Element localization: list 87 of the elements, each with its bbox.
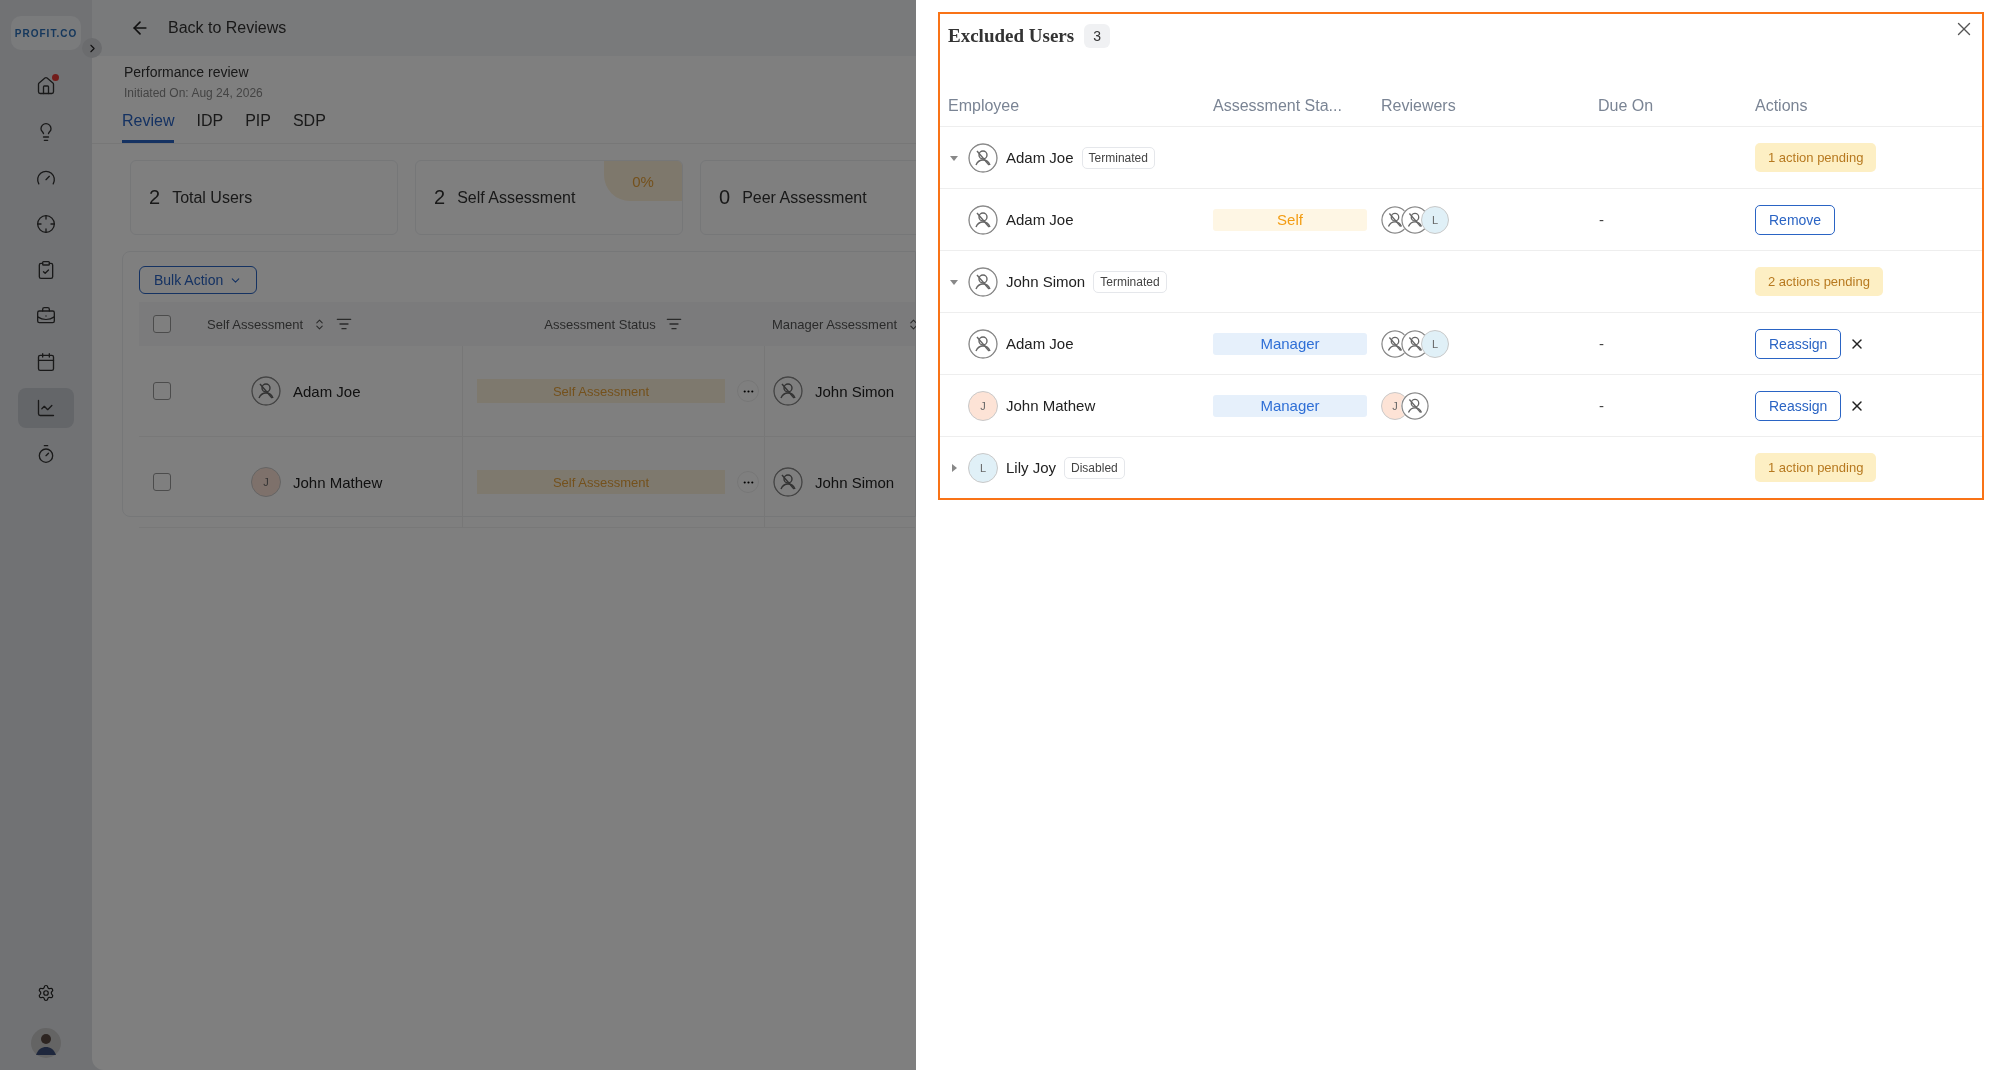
panel-title: Excluded Users [948,25,1075,47]
column-header[interactable]: Assessment Status [544,316,656,332]
clipboard-check-icon [36,260,56,280]
status-tag: Disabled [1064,456,1125,479]
status-badge: Self Assessment [477,379,725,403]
nav-item[interactable] [18,388,74,428]
action-button[interactable]: Reassign [1755,328,1842,359]
percent-badge: 0% [604,161,682,201]
initiated-date: Initiated On: Aug 24, 2026 [124,86,264,100]
employee-name: Adam Joe [1006,335,1074,352]
sort-icon[interactable] [907,317,916,331]
tab[interactable]: IDP [196,112,224,143]
more-button[interactable] [737,471,759,493]
status-tag: Terminated [1093,270,1167,293]
chevron-right-icon[interactable] [82,38,102,58]
assessment-badge: Self [1213,208,1367,231]
column-header: Actions [1755,97,1809,115]
bulk-action-button[interactable]: Bulk Action [139,266,258,294]
employee-name: Adam Joe [293,382,361,400]
column-header: Assessment Sta... [1213,97,1343,115]
pending-badge: 2 actions pending [1755,267,1883,296]
calendar-icon [36,352,56,372]
column-header: Reviewers [1381,97,1457,115]
column-header: Employee [948,97,1021,115]
checkbox[interactable] [153,382,171,400]
count-badge: 3 [1084,24,1110,48]
user-placeholder-icon [773,467,803,497]
due-date: - [1598,211,1605,228]
user-placeholder-icon [1401,391,1429,420]
employee-name: Adam Joe [1006,149,1074,166]
initial-avatar: L [1421,205,1449,234]
column-header: Due On [1598,97,1655,115]
stat-count: 2 [149,186,161,209]
status-badge: Self Assessment [477,470,725,494]
user-placeholder-icon [773,376,803,406]
more-button[interactable] [737,380,759,402]
filter-icon[interactable] [665,316,682,332]
checkbox[interactable] [153,473,171,491]
checkbox[interactable] [153,315,171,333]
user-placeholder-icon [968,266,998,297]
user-placeholder-icon [251,376,281,406]
filter-icon[interactable] [336,316,353,332]
column-header[interactable]: Self Assessment [207,316,304,332]
initial-avatar: J [968,390,998,421]
stat-label: Peer Assessment [742,188,867,207]
user-placeholder-icon [968,204,998,235]
crosshair-icon [36,214,56,234]
tab[interactable]: SDP [292,112,326,143]
stat-count: 2 [434,186,446,209]
due-date: - [1598,397,1605,414]
back-link[interactable]: Back to Reviews [168,19,287,37]
settings-icon[interactable] [37,984,55,1002]
action-button[interactable]: Reassign [1755,390,1842,421]
initial-avatar: L [1421,329,1449,358]
review-type: Performance review [124,64,250,80]
briefcase-icon [36,306,56,326]
manager-name: John Simon [815,473,895,491]
assessment-badge: Manager [1213,332,1367,355]
employee-name: John Mathew [1006,397,1096,414]
tab[interactable]: Review [122,112,175,143]
house-icon [36,76,56,96]
logo[interactable]: PROFIT.CO [11,16,81,50]
user-placeholder-icon [968,142,998,173]
stat-label: Total Users [172,188,253,207]
due-date: - [1598,335,1605,352]
employee-name: John Simon [1006,273,1086,290]
employee-name: Lily Joy [1006,459,1057,476]
action-button[interactable]: Remove [1755,204,1836,235]
initial-avatar: L [968,452,998,483]
initial-avatar: J [251,467,281,497]
caret-icon[interactable] [948,153,960,162]
tab[interactable]: PIP [245,112,271,143]
employee-name: John Mathew [293,473,383,491]
status-tag: Terminated [1081,146,1155,169]
stat-count: 0 [719,186,731,209]
line-chart-icon [36,398,56,418]
timer-icon [36,444,56,464]
pending-badge: 1 action pending [1755,143,1877,172]
employee-name: Adam Joe [1006,211,1074,228]
assessment-badge: Manager [1213,394,1367,417]
column-header[interactable]: Manager Assessment [772,316,897,332]
user-placeholder-icon [968,328,998,359]
profile-avatar-icon[interactable] [31,1028,61,1058]
manager-name: John Simon [815,382,895,400]
stat-label: Self Assessment [457,188,576,207]
pending-badge: 1 action pending [1755,453,1877,482]
caret-icon[interactable] [948,277,960,286]
